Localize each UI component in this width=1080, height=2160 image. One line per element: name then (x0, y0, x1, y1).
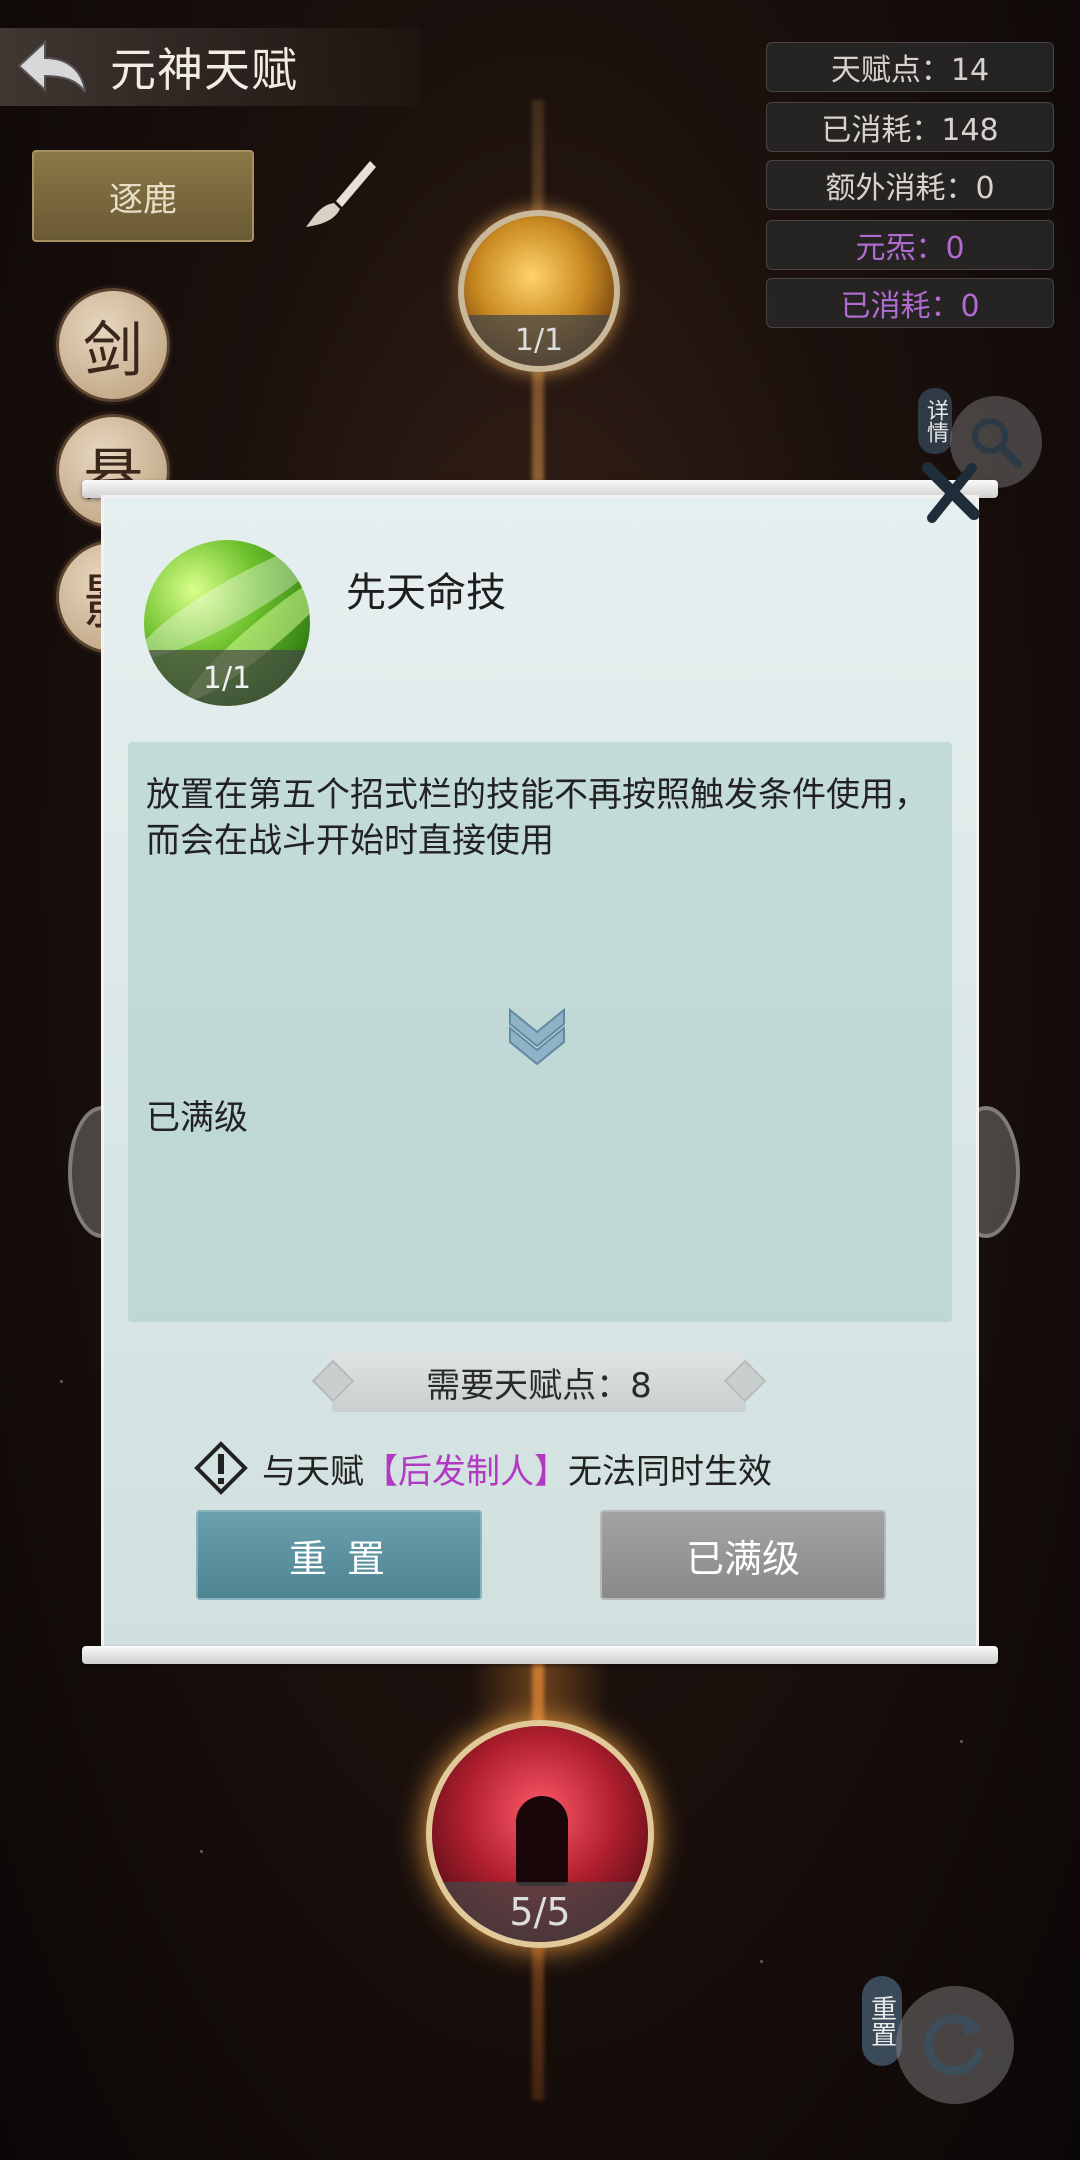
scroll-rod-bottom (82, 1646, 998, 1664)
back-arrow-icon[interactable] (12, 32, 92, 102)
page-title: 元神天赋 (110, 43, 298, 97)
talent-node-bottom[interactable]: 5/5 (426, 1720, 654, 1948)
star (760, 1960, 763, 1963)
warning-icon (194, 1441, 248, 1495)
top-bar: 元神天赋 (0, 28, 420, 106)
talent-detail-modal: 1/1 先天命技 放置在第五个招式栏的技能不再按照触发条件使用，而会在战斗开始时… (104, 498, 976, 1648)
yuanyan-stat: 元炁：0 (766, 220, 1054, 270)
star (60, 1380, 63, 1383)
figure-silhouette (516, 1796, 568, 1886)
skill-description: 放置在第五个招式栏的技能不再按照触发条件使用，而会在战斗开始时直接使用 (146, 775, 928, 861)
brush-icon[interactable] (300, 155, 380, 235)
level-status: 已满级 (146, 1098, 248, 1138)
node-level: 1/1 (464, 315, 614, 366)
star (200, 1850, 203, 1853)
required-points: 需要天赋点：8 (311, 1352, 767, 1412)
refresh-icon (923, 2014, 984, 2076)
diamond-ornament (311, 1359, 355, 1403)
talent-node-top[interactable]: 1/1 (458, 210, 620, 372)
skill-icon: 1/1 (144, 540, 310, 706)
maxed-button[interactable]: 已满级 (600, 1510, 886, 1600)
conflict-prefix: 与天赋 (262, 1451, 364, 1492)
extra-consumed-stat: 额外消耗：0 (766, 160, 1054, 210)
zhulu-button[interactable]: 逐鹿 (32, 150, 254, 242)
yuanyan-consumed-stat: 已消耗：0 (766, 278, 1054, 328)
talent-points-stat: 天赋点：14 (766, 42, 1054, 92)
conflict-suffix: 无法同时生效 (568, 1451, 772, 1492)
tab-sword[interactable]: 剑 (56, 288, 170, 402)
close-button[interactable] (918, 460, 984, 526)
diamond-ornament (723, 1359, 767, 1403)
scroll-rod-top (82, 480, 998, 498)
conflict-talent-name[interactable]: 【后发制人】 (364, 1444, 568, 1493)
chevron-down-icon (506, 1004, 568, 1066)
close-icon (922, 462, 980, 523)
consumed-stat: 已消耗：148 (766, 102, 1054, 152)
reset-all-button[interactable] (896, 1986, 1014, 2104)
star (960, 1740, 963, 1743)
description-panel: 放置在第五个招式栏的技能不再按照触发条件使用，而会在战斗开始时直接使用 已满级 (128, 742, 952, 1322)
reset-button[interactable]: 重 置 (196, 1510, 482, 1600)
skill-name: 先天命技 (346, 570, 506, 616)
node-level: 5/5 (432, 1881, 648, 1942)
skill-level: 1/1 (144, 650, 310, 706)
conflict-notice: 与天赋 【后发制人】 无法同时生效 (194, 1438, 772, 1498)
detail-tag[interactable]: 详情 (918, 388, 952, 454)
required-points-text: 需要天赋点：8 (426, 1365, 652, 1406)
